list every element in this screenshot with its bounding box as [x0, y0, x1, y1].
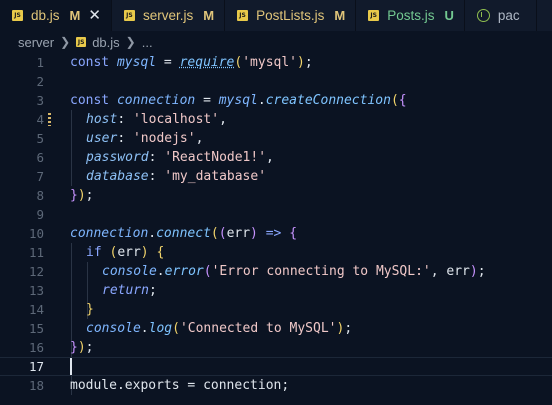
line-number: 2: [36, 74, 44, 89]
code-line: 2: [0, 72, 552, 91]
tab-label: db.js: [31, 8, 60, 23]
code-line: 13 return;: [0, 281, 552, 300]
line-number: 11: [28, 245, 44, 260]
code-text: if (err) {: [86, 245, 165, 260]
code-text: connection.connect((err) => {: [70, 226, 298, 241]
code-line: 16 });: [0, 338, 552, 357]
js-file-icon: JS: [237, 10, 249, 21]
code-line: 1 const mysql = require('mysql');: [0, 53, 552, 72]
code-text: });: [70, 188, 94, 203]
code-text: }: [86, 302, 94, 317]
code-line: 7 database: 'my_database': [0, 167, 552, 186]
editor-tab-bar: JS db.js M ✕ JS server.js M JS PostLists…: [0, 0, 552, 31]
line-number: 14: [28, 302, 44, 317]
close-icon[interactable]: ✕: [88, 8, 101, 23]
tab-postlists-js[interactable]: JS PostLists.js M: [225, 0, 357, 31]
code-line-current: 17: [0, 357, 552, 376]
tab-label: Posts.js: [387, 8, 435, 23]
breadcrumb-more[interactable]: ...: [142, 35, 153, 50]
tab-package-json[interactable]: pac: [465, 0, 537, 31]
code-line: 5 user: 'nodejs',: [0, 129, 552, 148]
code-line: 18 module.exports = connection;: [0, 376, 552, 395]
tab-db-js[interactable]: JS db.js M ✕: [0, 0, 112, 31]
code-editor[interactable]: 1 const mysql = require('mysql'); 2 3 co…: [0, 53, 552, 405]
code-text: console.log('Connected to MySQL');: [86, 321, 353, 336]
line-number: 3: [36, 93, 44, 108]
code-text: database: 'my_database': [86, 169, 267, 184]
code-text: const mysql = require('mysql');: [70, 55, 313, 70]
code-text: return;: [102, 283, 157, 298]
code-line: 15 console.log('Connected to MySQL');: [0, 319, 552, 338]
code-text: host: 'localhost',: [86, 112, 227, 127]
line-number: 5: [36, 131, 44, 146]
line-number: 16: [28, 340, 44, 355]
breadcrumb: server ❯ JS db.js ❯ ...: [0, 31, 552, 53]
line-number: 10: [28, 226, 44, 241]
tab-label: server.js: [142, 8, 194, 23]
code-line: 6 password: 'ReactNode1!',: [0, 148, 552, 167]
breadcrumb-file[interactable]: db.js: [92, 35, 119, 50]
code-text: module.exports = connection;: [70, 378, 290, 393]
tab-posts-js[interactable]: JS Posts.js U: [356, 0, 465, 31]
line-number: 4: [36, 112, 44, 127]
code-line: 11 if (err) {: [0, 243, 552, 262]
code-line: 8 });: [0, 186, 552, 205]
code-line: 10 connection.connect((err) => {: [0, 224, 552, 243]
line-number: 17: [28, 359, 44, 374]
js-file-icon: JS: [12, 10, 23, 21]
line-number: 18: [28, 378, 44, 393]
line-number: 15: [28, 321, 44, 336]
code-text: user: 'nodejs',: [86, 131, 204, 146]
tab-label: pac: [497, 8, 520, 23]
code-line: 3 const connection = mysql.createConnect…: [0, 91, 552, 110]
modified-badge: M: [334, 8, 346, 23]
line-number: 6: [36, 150, 44, 165]
line-number: 8: [36, 188, 44, 203]
modified-line-marker: [48, 113, 51, 126]
tab-label: PostLists.js: [256, 8, 325, 23]
text-cursor: [70, 358, 72, 375]
line-number: 1: [36, 55, 44, 70]
code-line: 9: [0, 205, 552, 224]
code-text: password: 'ReactNode1!',: [86, 150, 274, 165]
code-line: 12 console.error('Error connecting to My…: [0, 262, 552, 281]
js-file-icon: JS: [368, 10, 380, 21]
breadcrumb-folder[interactable]: server: [18, 35, 54, 50]
line-number: 12: [28, 264, 44, 279]
chevron-right-icon: ❯: [60, 35, 71, 49]
code-text: const connection = mysql.createConnectio…: [70, 93, 407, 108]
code-line: 14 }: [0, 300, 552, 319]
js-file-icon: JS: [123, 10, 135, 21]
chevron-right-icon: ❯: [125, 35, 136, 49]
code-text: console.error('Error connecting to MySQL…: [102, 264, 486, 279]
package-icon: [476, 9, 490, 22]
modified-badge: M: [69, 8, 81, 23]
line-number: 9: [36, 207, 44, 222]
line-number: 7: [36, 169, 44, 184]
code-text: });: [70, 340, 94, 355]
line-number: 13: [28, 283, 44, 298]
code-line: 4 host: 'localhost',: [0, 110, 552, 129]
untracked-badge: U: [444, 8, 454, 23]
modified-badge: M: [203, 8, 215, 23]
js-file-icon: JS: [76, 37, 87, 47]
tab-server-js[interactable]: JS server.js M: [112, 0, 226, 31]
